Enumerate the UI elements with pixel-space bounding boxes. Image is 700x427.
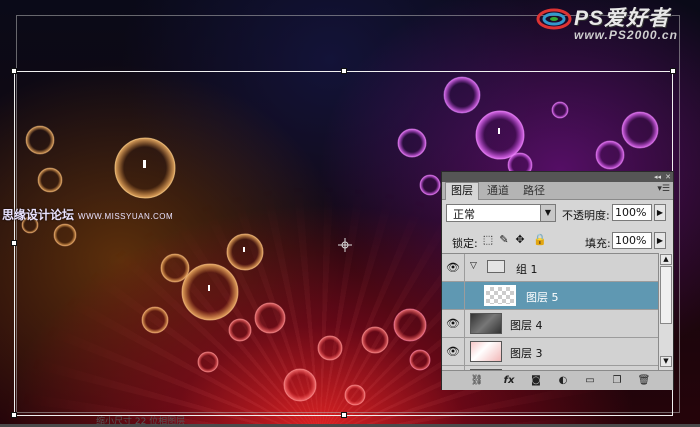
trash-icon[interactable]: 🗑: [637, 374, 651, 387]
layers-list: 👁 ▽ 组 1 👁 图层 5 👁 图层 4 👁 图层 3: [442, 253, 658, 371]
eye-icon[interactable]: 👁: [442, 254, 465, 281]
eye-icon[interactable]: 👁: [442, 310, 465, 337]
new-group-icon[interactable]: ▭: [583, 374, 597, 387]
panel-title-bar[interactable]: ◂◂ ✕: [442, 172, 673, 182]
link-layers-icon[interactable]: ⛓: [470, 374, 484, 387]
opacity-arrow-icon[interactable]: ▶: [654, 204, 666, 221]
opacity-input[interactable]: 100%: [612, 204, 652, 221]
tab-layers[interactable]: 图层: [445, 182, 479, 200]
panel-footer: ⛓ fx ◙ ◐ ▭ ❐ 🗑: [442, 370, 673, 390]
fill-arrow-icon[interactable]: ▶: [654, 232, 666, 249]
watermark-text: 思缘设计论坛: [2, 208, 75, 222]
logo-swirl-icon: [536, 8, 572, 30]
logo-url: www.PS2000.cn: [574, 28, 678, 42]
blend-mode-value: 正常: [453, 208, 475, 221]
opacity-label: 不透明度:: [562, 209, 610, 222]
lock-transparency-icon[interactable]: ⬚: [482, 234, 494, 246]
transform-handle-bottom-left[interactable]: [11, 412, 17, 418]
layer-row-layer-3[interactable]: 👁 图层 3: [442, 338, 658, 366]
status-text: 缩小尺寸 22 位相图层: [96, 417, 186, 427]
scroll-down-icon[interactable]: ▼: [660, 356, 672, 367]
lock-label: 锁定:: [452, 237, 478, 250]
eye-icon[interactable]: 👁: [442, 338, 465, 365]
layers-scrollbar[interactable]: ▲ ▼: [658, 253, 673, 370]
layers-panel: ◂◂ ✕ 图层 通道 路径 ▾☰ 正常 ▼ 不透明度: 100% ▶ 锁定: ⬚…: [441, 171, 674, 390]
watermark-url: WWW.MISSYUAN.COM: [78, 212, 174, 221]
layer-name: 组 1: [516, 263, 538, 276]
chevron-down-icon[interactable]: ▼: [540, 205, 555, 221]
fill-input[interactable]: 100%: [612, 232, 652, 249]
transform-handle-top-center[interactable]: [341, 68, 347, 74]
layer-row-group-1[interactable]: 👁 ▽ 组 1: [442, 254, 658, 282]
transform-handle-bottom-center[interactable]: [341, 412, 347, 418]
transform-handle-middle-left[interactable]: [11, 240, 17, 246]
lock-brush-icon[interactable]: ✎: [498, 234, 510, 246]
folder-icon: [487, 260, 505, 273]
scroll-thumb[interactable]: [660, 266, 672, 324]
close-icon[interactable]: ✕: [665, 172, 671, 182]
tab-paths[interactable]: 路径: [518, 183, 550, 198]
layer-row-layer-4[interactable]: 👁 图层 4: [442, 310, 658, 338]
new-layer-icon[interactable]: ❐: [610, 374, 624, 387]
scroll-up-icon[interactable]: ▲: [660, 254, 672, 265]
layer-row-layer-5[interactable]: 👁 图层 5: [442, 282, 658, 310]
panel-tabbar: 图层 通道 路径 ▾☰: [442, 182, 673, 200]
blend-mode-select[interactable]: 正常 ▼: [446, 204, 556, 222]
adjustment-layer-icon[interactable]: ◐: [556, 374, 570, 387]
site-logo: PS爱好者 www.PS2000.cn: [534, 2, 696, 48]
add-mask-icon[interactable]: ◙: [529, 374, 543, 387]
layer-name: 图层 5: [526, 291, 559, 304]
lock-move-icon[interactable]: ✥: [514, 234, 526, 246]
layer-name: 图层 3: [510, 347, 543, 360]
transform-center-icon[interactable]: [338, 238, 352, 252]
layer-thumbnail: [484, 285, 516, 306]
transform-handle-top-right[interactable]: [670, 68, 676, 74]
eye-icon[interactable]: 👁: [442, 282, 465, 309]
transform-handle-top-left[interactable]: [11, 68, 17, 74]
layer-thumbnail: [470, 341, 502, 362]
fill-label: 填充:: [585, 237, 611, 250]
watermark: 思缘设计论坛 WWW.MISSYUAN.COM: [2, 204, 173, 223]
lock-all-icon[interactable]: 🔒: [533, 234, 547, 246]
layer-name: 图层 4: [510, 319, 543, 332]
layer-thumbnail: [470, 313, 502, 334]
collapse-icon[interactable]: ◂◂: [654, 172, 661, 182]
tab-channels[interactable]: 通道: [482, 183, 514, 198]
fx-icon[interactable]: fx: [502, 374, 516, 387]
expand-triangle-icon[interactable]: ▽: [470, 261, 477, 271]
panel-menu-icon[interactable]: ▾☰: [657, 184, 670, 194]
